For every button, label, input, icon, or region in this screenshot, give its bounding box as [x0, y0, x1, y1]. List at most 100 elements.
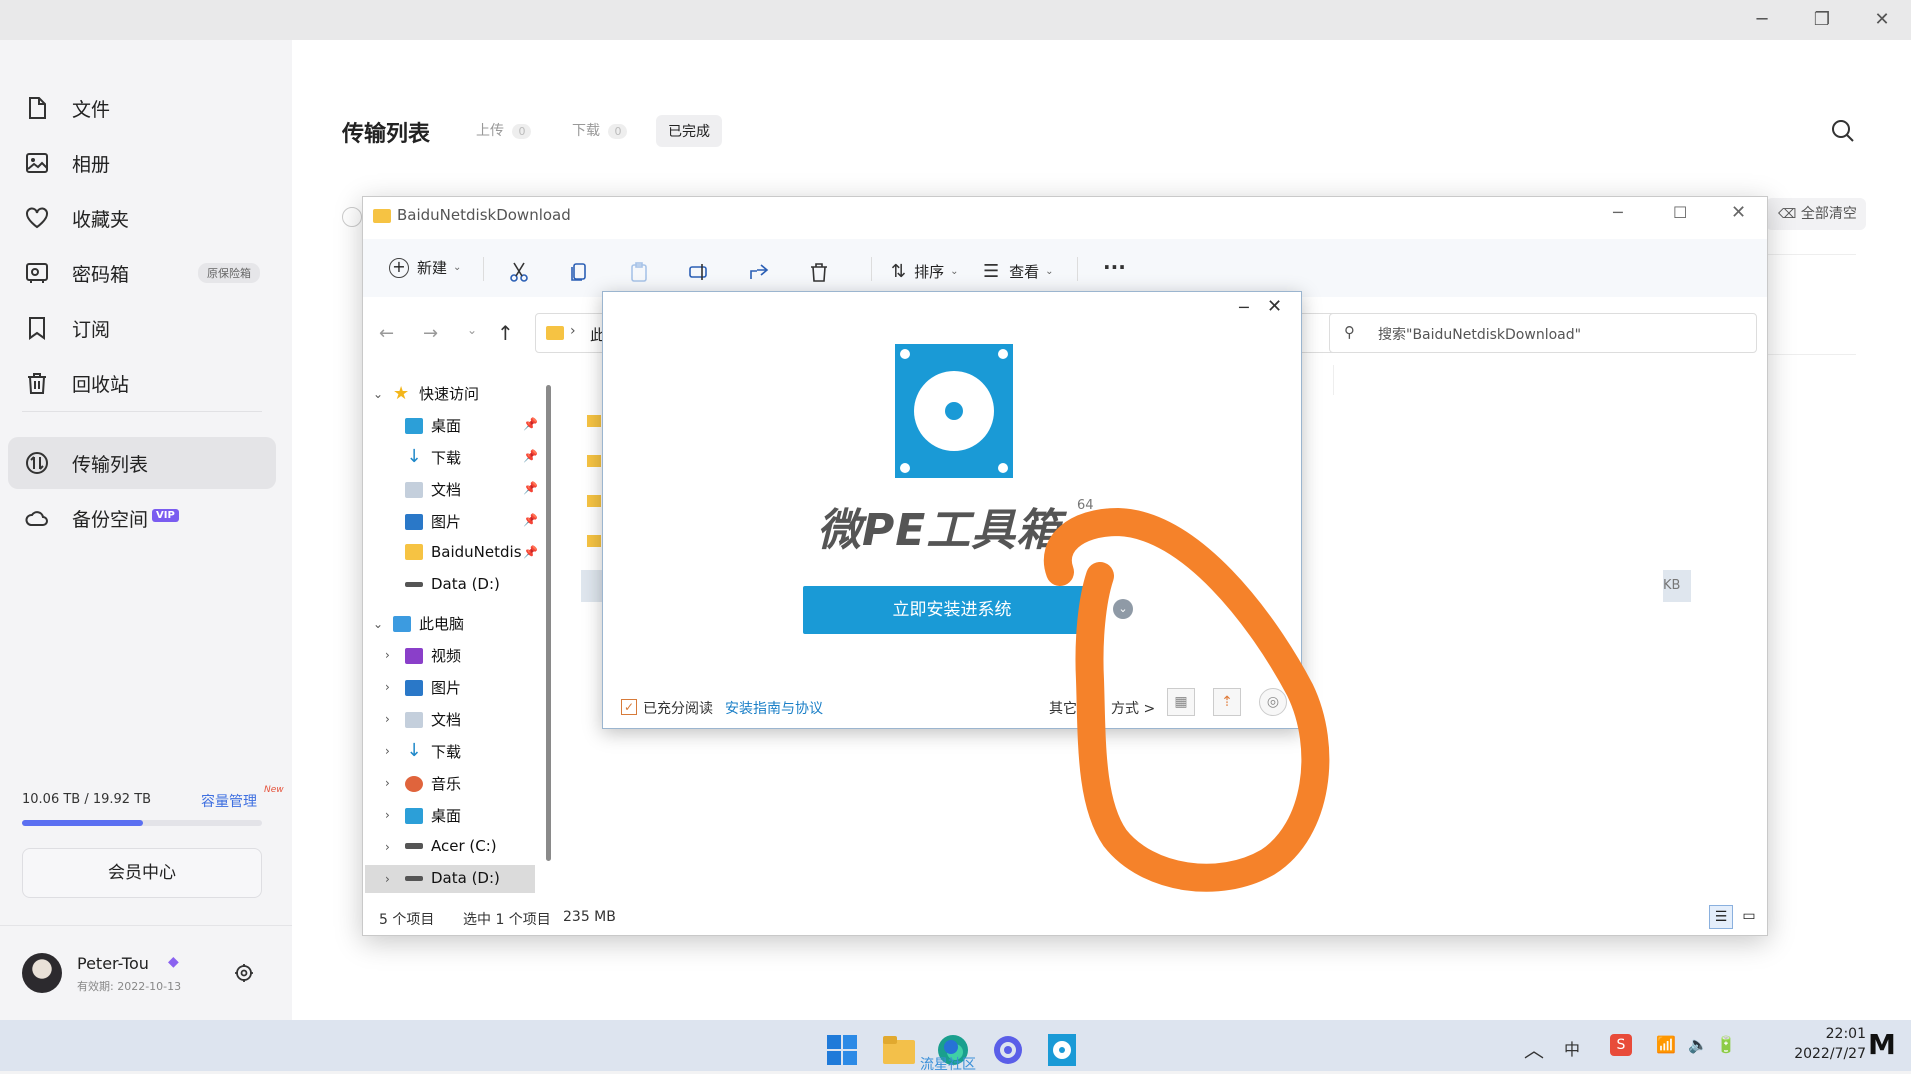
- install-button[interactable]: 立即安装进系统: [803, 586, 1101, 634]
- restore-button[interactable]: ❐: [1810, 8, 1834, 32]
- pe-minimize-button[interactable]: ─: [1239, 298, 1249, 317]
- paste-icon[interactable]: [626, 259, 652, 285]
- tiles-view-icon[interactable]: ▭: [1737, 905, 1761, 929]
- chevron-right-icon[interactable]: ›: [385, 808, 390, 822]
- search-icon[interactable]: [1830, 118, 1856, 144]
- sidebar-item-label: 传输列表: [72, 453, 149, 476]
- search-field[interactable]: ⚲ 搜索"BaiduNetdiskDownload": [1329, 313, 1757, 353]
- tab-download[interactable]: 下载 0: [572, 120, 628, 140]
- chevron-down-icon[interactable]: ⌄: [1113, 599, 1133, 619]
- music-icon: [405, 775, 423, 792]
- watermark-text: 流星社区: [920, 1057, 976, 1073]
- windows-start-icon[interactable]: [827, 1035, 857, 1065]
- chevron-right-icon[interactable]: ›: [385, 776, 390, 790]
- chevron-right-icon[interactable]: ›: [385, 840, 390, 854]
- tree-scrollbar[interactable]: [546, 385, 551, 861]
- wifi-icon[interactable]: 📶: [1656, 1035, 1676, 1054]
- tree-item-baidunetdisk[interactable]: BaiduNetdis: [405, 543, 522, 561]
- chevron-down-icon[interactable]: ⌄: [373, 617, 383, 631]
- close-button[interactable]: ✕: [1870, 8, 1894, 32]
- chevron-right-icon[interactable]: ›: [385, 872, 390, 886]
- sidebar-item-favorites[interactable]: 收藏夹: [8, 192, 276, 244]
- tree-item-documents[interactable]: 文档: [405, 709, 461, 730]
- tree-item-data-d-selected[interactable]: Data (D:): [405, 869, 500, 887]
- tree-item-downloads[interactable]: ↓ 下载: [405, 741, 461, 762]
- explorer-minimize-button[interactable]: ─: [1613, 203, 1623, 222]
- tree-item-music[interactable]: 音乐: [405, 773, 461, 794]
- usb-install-icon[interactable]: ⇡: [1213, 688, 1241, 716]
- rename-icon[interactable]: [686, 259, 712, 285]
- folder-icon: [587, 535, 601, 547]
- sidebar-item-backup[interactable]: 备份空间 VIP: [8, 492, 276, 544]
- tab-upload[interactable]: 上传 0: [476, 120, 532, 140]
- clear-all-button[interactable]: ⌫ 全部清空: [1766, 198, 1866, 230]
- sidebar-item-files[interactable]: 文件: [8, 82, 276, 134]
- tree-item-desktop[interactable]: 桌面: [405, 415, 461, 436]
- folder-icon: [587, 455, 601, 467]
- member-center-button[interactable]: 会员中心: [22, 848, 262, 898]
- iso-install-icon[interactable]: ▦: [1167, 688, 1195, 716]
- wepe-taskbar-icon[interactable]: [1048, 1034, 1076, 1066]
- view-button[interactable]: ☰ 查看 ⌄: [983, 261, 1054, 282]
- explorer-close-button[interactable]: ✕: [1731, 202, 1746, 223]
- agree-checkbox[interactable]: ✓: [621, 699, 637, 715]
- chevron-right-icon[interactable]: ›: [385, 648, 390, 662]
- chevron-right-icon[interactable]: ›: [385, 744, 390, 758]
- corner-logo: M: [1868, 1028, 1896, 1061]
- new-button[interactable]: + 新建 ⌄: [389, 257, 461, 278]
- sidebar-item-safe[interactable]: 密码箱 原保险箱: [8, 247, 276, 299]
- chevron-up-icon[interactable]: ︿: [1524, 1034, 1544, 1063]
- explorer-maximize-button[interactable]: ☐: [1673, 203, 1687, 222]
- battery-icon[interactable]: 🔋: [1716, 1035, 1736, 1054]
- select-all-checkbox[interactable]: [342, 207, 362, 227]
- file-explorer-taskbar-icon[interactable]: [883, 1036, 915, 1064]
- clock-date[interactable]: 2022/7/27: [1756, 1046, 1866, 1062]
- avatar[interactable]: [22, 953, 62, 993]
- forward-button[interactable]: →: [423, 323, 438, 344]
- chevron-down-icon[interactable]: ⌄: [373, 387, 383, 401]
- volume-icon[interactable]: 🔈: [1688, 1035, 1708, 1054]
- tree-item-documents[interactable]: 文档: [405, 479, 461, 500]
- tab-completed[interactable]: 已完成: [656, 115, 722, 147]
- chevron-right-icon[interactable]: ›: [385, 680, 390, 694]
- sidebar-item-transfer[interactable]: 传输列表: [8, 437, 276, 489]
- pin-icon: 📌: [523, 545, 538, 559]
- clock-time[interactable]: 22:01: [1756, 1026, 1866, 1042]
- cut-icon[interactable]: [506, 259, 532, 285]
- sidebar-item-recycle[interactable]: 回收站: [8, 357, 276, 409]
- more-button[interactable]: ···: [1103, 255, 1126, 279]
- sidebar-item-subscribe[interactable]: 订阅: [8, 302, 276, 354]
- tree-item-pictures[interactable]: 图片: [405, 511, 461, 532]
- sogou-ime-icon[interactable]: S: [1610, 1034, 1632, 1056]
- other-methods-link[interactable]: 方式 >: [1111, 698, 1155, 718]
- tree-quick-access[interactable]: ★ 快速访问: [393, 383, 479, 404]
- details-view-icon[interactable]: ☰: [1709, 905, 1733, 929]
- agreement-link[interactable]: 安装指南与协议: [725, 698, 823, 718]
- pe-close-button[interactable]: ✕: [1267, 296, 1282, 317]
- tree-item-pictures[interactable]: 图片: [405, 677, 461, 698]
- share-icon[interactable]: [746, 259, 772, 285]
- settings-icon[interactable]: [232, 961, 256, 985]
- minimize-button[interactable]: ─: [1750, 8, 1774, 32]
- tree-item-acer-c[interactable]: Acer (C:): [405, 837, 497, 855]
- copy-icon[interactable]: [566, 259, 592, 285]
- up-button[interactable]: ↑: [497, 321, 514, 345]
- back-button[interactable]: ←: [379, 323, 394, 344]
- tree-label: 桌面: [431, 417, 462, 435]
- tree-item-data-d[interactable]: Data (D:): [405, 575, 500, 593]
- delete-icon[interactable]: [806, 259, 832, 285]
- tree-item-desktop[interactable]: 桌面: [405, 805, 461, 826]
- browser-app-icon[interactable]: [992, 1034, 1024, 1066]
- tree-this-pc[interactable]: 此电脑: [393, 613, 464, 634]
- recent-locations-button[interactable]: ⌄: [467, 323, 477, 337]
- disc-install-icon[interactable]: ◎: [1259, 688, 1287, 716]
- tree-item-videos[interactable]: 视频: [405, 645, 461, 666]
- capacity-manage-link[interactable]: 容量管理: [201, 791, 257, 811]
- tree-item-downloads[interactable]: ↓ 下载: [405, 447, 461, 468]
- ime-indicator[interactable]: 中: [1564, 1036, 1580, 1060]
- page-title: 传输列表: [342, 122, 431, 147]
- sort-button[interactable]: ⇅ 排序 ⌄: [871, 261, 959, 282]
- list-view-icon: ☰: [983, 261, 1000, 282]
- sidebar-item-album[interactable]: 相册: [8, 137, 276, 189]
- chevron-right-icon[interactable]: ›: [385, 712, 390, 726]
